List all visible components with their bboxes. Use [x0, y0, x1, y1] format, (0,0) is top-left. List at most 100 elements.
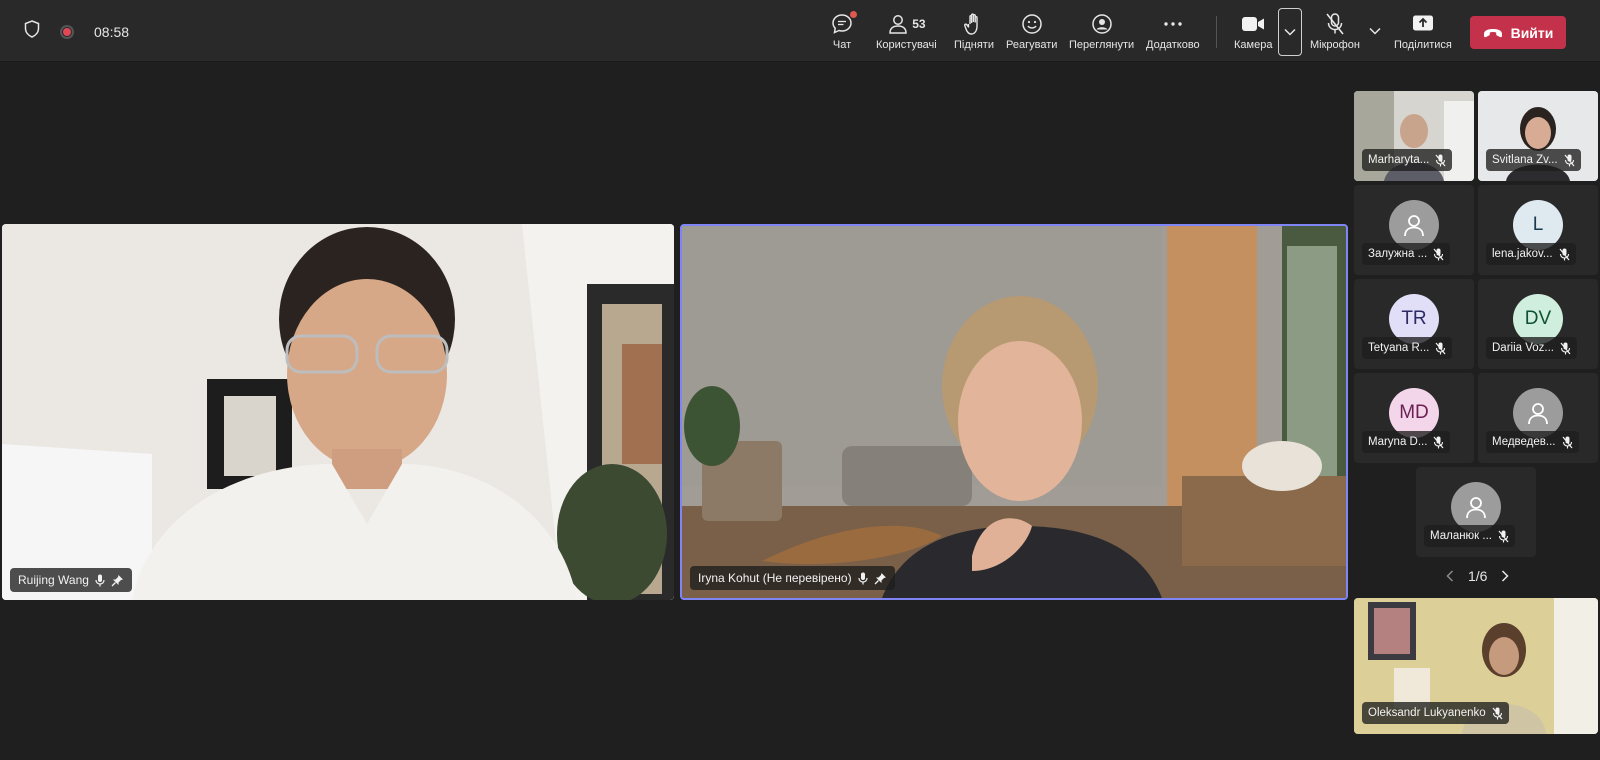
share-label: Поділитися — [1394, 39, 1452, 51]
shield-icon[interactable] — [24, 20, 40, 43]
view-button[interactable]: Переглянути — [1069, 10, 1134, 51]
view-label: Переглянути — [1069, 39, 1135, 51]
people-label: Користувачі — [876, 39, 937, 51]
chevron-down-icon — [1369, 27, 1381, 35]
hand-icon — [964, 13, 978, 35]
mic-options-button[interactable] — [1368, 24, 1382, 38]
mic-off-icon — [1326, 13, 1344, 35]
avatar-initials: DV — [1524, 308, 1552, 329]
participant-count: 53 — [912, 17, 926, 31]
recording-icon — [60, 24, 74, 39]
participant-name: Ruijing Wang — [18, 573, 89, 587]
participant-name: Maryna D... — [1368, 436, 1428, 448]
person-icon — [1404, 215, 1424, 237]
react-button[interactable]: Реагувати — [1006, 10, 1057, 51]
hang-up-icon — [1483, 28, 1502, 37]
people-button[interactable]: 53 Користувачі — [876, 10, 937, 51]
participant-name-tag: lena.jakov... — [1486, 243, 1576, 265]
camera-button[interactable]: Камера — [1234, 10, 1272, 51]
more-button[interactable]: Додатково — [1146, 10, 1200, 51]
share-button[interactable]: Поділитися — [1394, 10, 1452, 51]
video-frame — [682, 226, 1346, 598]
participant-thumb-video[interactable]: Marharyta... — [1354, 91, 1474, 181]
self-view-tile[interactable]: Oleksandr Lukyanenko — [1354, 598, 1598, 734]
participant-name: Залужна ... — [1368, 248, 1428, 260]
leave-label: Вийти — [1510, 24, 1554, 41]
participant-video-tile[interactable]: Ruijing Wang — [2, 224, 674, 600]
participant-name-tag: Oleksandr Lukyanenko — [1362, 702, 1509, 724]
camera-label: Камера — [1234, 39, 1273, 51]
pin-icon[interactable] — [874, 572, 887, 585]
participant-name: Svitlana Zv... — [1492, 154, 1558, 166]
participant-name-tag: Медведев... — [1486, 431, 1579, 453]
more-label: Додатково — [1146, 39, 1200, 51]
leave-button[interactable]: Вийти — [1470, 16, 1566, 49]
participant-name: Oleksandr Lukyanenko — [1368, 707, 1486, 719]
participant-name-tag: Svitlana Zv... — [1486, 149, 1581, 171]
chevron-left-icon[interactable] — [1446, 570, 1454, 582]
participant-thumb-avatar[interactable]: Медведев... — [1478, 373, 1598, 463]
participant-name: lena.jakov... — [1492, 248, 1553, 260]
participant-name: Маланюк ... — [1430, 530, 1492, 542]
react-label: Реагувати — [1006, 39, 1058, 51]
participant-name-tag: Maryna D... — [1362, 431, 1451, 453]
participant-video-tile-active[interactable]: Iryna Kohut (Не перевірено) — [680, 224, 1348, 600]
participant-name-tag: Tetyana R... — [1362, 337, 1453, 359]
participant-thumb-avatar[interactable]: L lena.jakov... — [1478, 185, 1598, 275]
mic-off-icon — [1492, 707, 1503, 719]
participant-thumb-video[interactable]: Svitlana Zv... — [1478, 91, 1598, 181]
meeting-timer: 08:58 — [94, 23, 130, 40]
video-frame — [2, 224, 674, 600]
chevron-down-icon — [1284, 28, 1296, 36]
mic-off-icon — [1435, 154, 1446, 166]
meeting-toolbar: 08:58 Чат 53 Користувачі Підняти Реагува… — [0, 0, 1600, 62]
smile-icon — [1021, 14, 1042, 34]
participant-thumb-avatar[interactable]: MD Maryna D... — [1354, 373, 1474, 463]
participant-name-tag: Маланюк ... — [1424, 525, 1515, 547]
camera-icon — [1242, 17, 1265, 31]
mic-off-icon — [1560, 342, 1571, 354]
raise-label: Підняти — [954, 39, 994, 51]
participant-name-tag: Ruijing Wang — [10, 568, 132, 592]
mic-off-icon — [1559, 248, 1569, 260]
participant-name: Tetyana R... — [1368, 342, 1430, 354]
chevron-right-icon[interactable] — [1501, 570, 1510, 582]
page-indicator: 1/6 — [1468, 568, 1488, 584]
participant-name: Iryna Kohut (Не перевірено) — [698, 571, 852, 585]
participant-thumb-avatar[interactable]: TR Tetyana R... — [1354, 279, 1474, 369]
participant-name: Marharyta... — [1368, 154, 1430, 166]
people-icon — [889, 15, 907, 34]
mic-button[interactable]: Мікрофон — [1310, 10, 1360, 51]
participant-name-tag: Marharyta... — [1362, 149, 1453, 171]
mic-icon — [95, 574, 105, 586]
chat-label: Чат — [832, 39, 852, 51]
avatar-initials: TR — [1401, 308, 1427, 329]
chat-button[interactable]: Чат — [830, 10, 857, 51]
view-person-icon — [1091, 14, 1112, 34]
participant-name: Медведев... — [1492, 436, 1556, 448]
pin-icon[interactable] — [111, 574, 124, 587]
participant-name: Dariia Voz... — [1492, 342, 1554, 354]
toolbar-divider — [1216, 16, 1217, 48]
share-icon — [1412, 15, 1433, 31]
avatar-initials: L — [1532, 214, 1544, 235]
participant-thumb-avatar[interactable]: DV Dariia Voz... — [1478, 279, 1598, 369]
person-icon — [1466, 497, 1486, 519]
notification-dot — [850, 11, 857, 18]
mic-label: Мікрофон — [1310, 39, 1360, 51]
gallery-pager: 1/6 — [1446, 568, 1510, 584]
avatar-initials: MD — [1399, 402, 1429, 423]
camera-options-button[interactable] — [1278, 8, 1302, 56]
mic-off-icon — [1433, 248, 1444, 260]
participant-thumb-avatar[interactable]: Маланюк ... — [1416, 467, 1536, 557]
participant-thumb-avatar[interactable]: Залужна ... — [1354, 185, 1474, 275]
more-icon — [1164, 22, 1182, 26]
raise-hand-button[interactable]: Підняти — [954, 10, 994, 51]
mic-off-icon — [1562, 436, 1572, 448]
participant-name-tag: Залужна ... — [1362, 243, 1451, 265]
participant-name-tag: Dariia Voz... — [1486, 337, 1577, 359]
mic-icon — [857, 572, 868, 584]
mic-off-icon — [1498, 530, 1509, 542]
person-icon — [1528, 403, 1548, 425]
participant-name-tag: Iryna Kohut (Не перевірено) — [690, 566, 895, 590]
